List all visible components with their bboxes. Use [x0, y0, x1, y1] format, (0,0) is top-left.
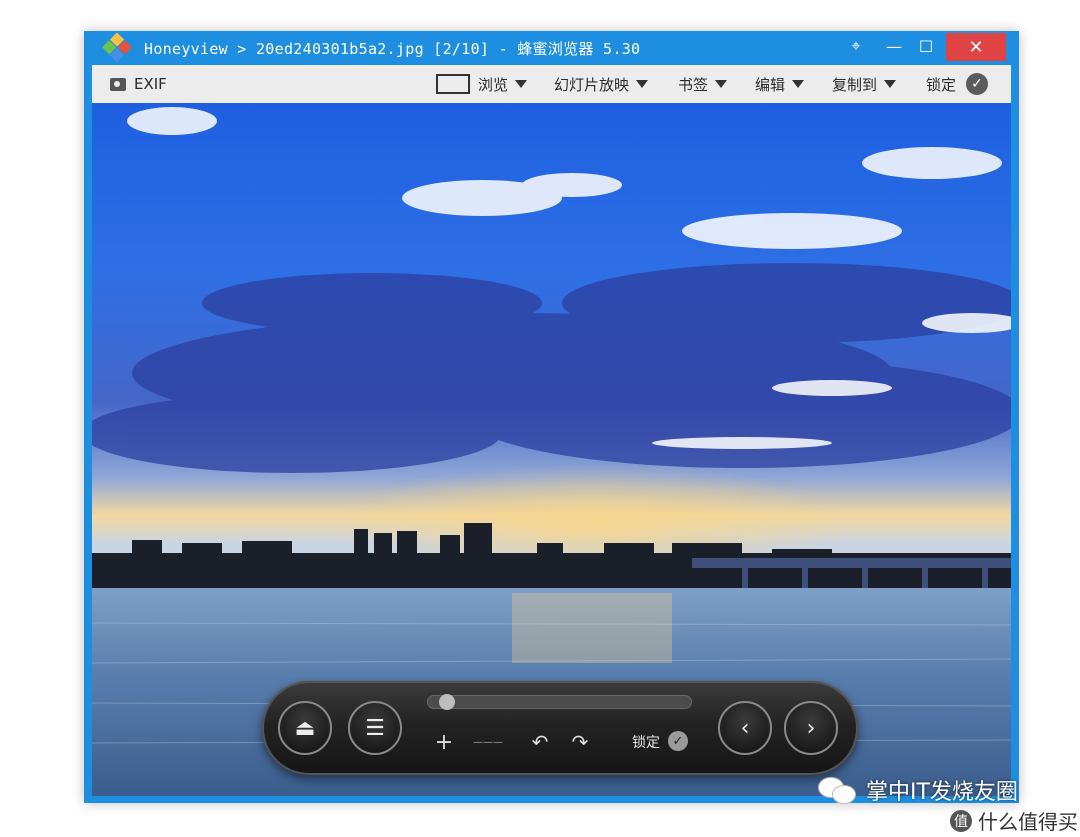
- image-viewport[interactable]: ⏏ ☰ + ——— ↶ ↷ 锁定 ✓ ‹ ›: [92, 103, 1011, 796]
- previous-button[interactable]: ‹: [718, 701, 772, 755]
- honeyview-logo-icon: [101, 32, 132, 63]
- camera-icon: [110, 77, 126, 91]
- wechat-icon: [818, 775, 858, 805]
- browse-menu[interactable]: 浏览: [436, 65, 528, 103]
- chevron-down-icon: [515, 80, 528, 88]
- slideshow-label: 幻灯片放映: [554, 75, 630, 94]
- position-slider[interactable]: [427, 694, 692, 710]
- chevron-down-icon: [884, 80, 897, 88]
- next-button[interactable]: ›: [784, 701, 838, 755]
- watermark-text: 掌中IT发烧友圈: [866, 780, 1018, 805]
- copy-to-menu[interactable]: 复制到: [832, 65, 897, 103]
- lock-label[interactable]: 锁定: [628, 729, 664, 755]
- slideshow-menu[interactable]: 幻灯片放映: [554, 65, 649, 103]
- window-title: Honeyview > 20ed240301b5a2.jpg [2/10] - …: [144, 40, 641, 58]
- exif-label: EXIF: [134, 75, 167, 93]
- rotate-right-button[interactable]: ↷: [568, 729, 592, 755]
- watermark: 掌中IT发烧友圈: [818, 772, 1018, 808]
- lock-toggle[interactable]: 锁定 ✓: [926, 65, 989, 103]
- copy-label: 复制到: [832, 75, 878, 94]
- eject-button[interactable]: ⏏: [278, 701, 332, 755]
- lock-label: 锁定: [926, 75, 957, 94]
- app-window: Honeyview > 20ed240301b5a2.jpg [2/10] - …: [84, 31, 1019, 803]
- chevron-down-icon: [715, 80, 728, 88]
- check-icon: ✓: [966, 73, 989, 95]
- frame-icon: [436, 74, 470, 94]
- floating-control-bar: ⏏ ☰ + ——— ↶ ↷ 锁定 ✓ ‹ ›: [262, 681, 858, 775]
- title-bar[interactable]: Honeyview > 20ed240301b5a2.jpg [2/10] - …: [84, 31, 1019, 65]
- badge-icon: 值: [950, 809, 972, 832]
- chevron-down-icon: [792, 80, 805, 88]
- edit-label: 编辑: [755, 75, 786, 94]
- slider-knob[interactable]: [439, 694, 456, 710]
- menu-button[interactable]: ☰: [348, 701, 402, 755]
- site-badge: 值 什么值得买: [950, 806, 1078, 835]
- edit-menu[interactable]: 编辑: [755, 65, 805, 103]
- badge-text: 什么值得买: [978, 810, 1078, 834]
- check-icon[interactable]: ✓: [668, 731, 688, 751]
- exif-button[interactable]: EXIF: [110, 65, 167, 103]
- pin-button[interactable]: ⌖: [836, 31, 876, 61]
- browse-label: 浏览: [478, 75, 509, 94]
- rotate-left-button[interactable]: ↶: [528, 729, 552, 755]
- toolbar: EXIF 浏览 幻灯片放映 书签 编辑 复制到 锁定 ✓: [92, 65, 1011, 103]
- zoom-in-button[interactable]: +: [432, 729, 456, 755]
- bookmark-label: 书签: [678, 75, 709, 94]
- bookmark-menu[interactable]: 书签: [678, 65, 728, 103]
- chevron-down-icon: [636, 80, 649, 88]
- maximize-button[interactable]: ☐: [906, 31, 946, 61]
- zoom-out-button[interactable]: ———: [470, 729, 506, 755]
- close-button[interactable]: ✕: [946, 33, 1006, 61]
